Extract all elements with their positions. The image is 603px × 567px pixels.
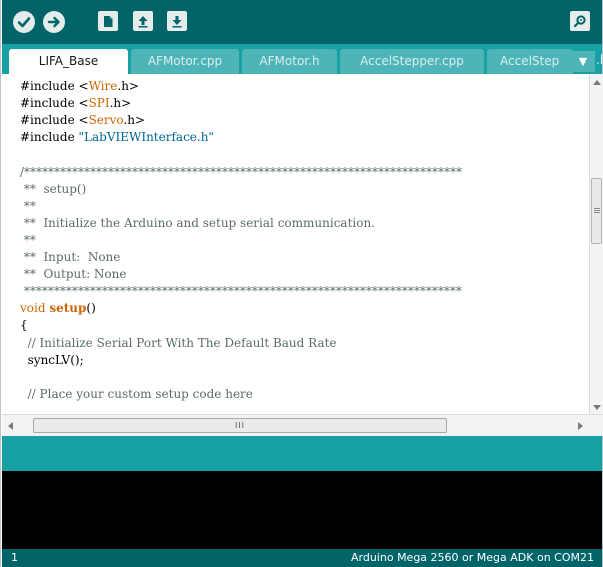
- code-token: #include <: [20, 96, 89, 111]
- grip-line: [594, 212, 600, 213]
- code-token: syncLV();: [20, 352, 84, 367]
- scroll-right-icon[interactable]: [578, 422, 583, 430]
- code-token: {: [20, 318, 28, 333]
- vertical-scrollbar[interactable]: [589, 74, 603, 414]
- code-line: ** Initialize the Arduino and setup seri…: [20, 215, 375, 232]
- tab-afmotor-h[interactable]: AFMotor.h: [242, 49, 337, 74]
- checkmark-icon: [17, 17, 31, 28]
- code-token: /***************************************…: [20, 164, 463, 179]
- code-line: **: [20, 232, 36, 249]
- code-token: #include: [20, 130, 79, 145]
- code-line: #include <SPI.h>: [20, 95, 131, 112]
- horizontal-scrollbar[interactable]: III: [2, 414, 603, 436]
- right-arrow-icon: [47, 16, 60, 28]
- save-button[interactable]: [167, 11, 187, 31]
- tab-accelstepper-cpp[interactable]: AccelStepper.cpp: [340, 49, 484, 74]
- code-token: #include <: [20, 79, 89, 93]
- code-token: SPI: [88, 96, 110, 111]
- horizontal-scroll-thumb[interactable]: III: [33, 418, 447, 433]
- grip-line: [594, 210, 600, 211]
- code-token: #include <: [20, 113, 89, 128]
- code-line: ** Output: None: [20, 266, 127, 283]
- code-token: .h>: [117, 79, 139, 93]
- code-token: (): [86, 301, 96, 316]
- toolbar: [2, 0, 602, 44]
- code-line: // Place your custom setup code here: [20, 386, 253, 403]
- code-line: void setup(): [20, 300, 96, 317]
- code-token: ** Output: None: [20, 267, 127, 282]
- code-line: ** Input: None: [20, 249, 121, 266]
- code-line: {: [20, 317, 28, 334]
- new-button[interactable]: [98, 11, 118, 31]
- arduino-ide-window: LIFA_Base AFMotor.cpp AFMotor.h AccelSte…: [0, 0, 603, 567]
- scroll-grip: III: [234, 421, 246, 430]
- code-token: ** Initialize the Arduino and setup seri…: [20, 215, 375, 230]
- tab-overflow-label: .h: [596, 53, 603, 67]
- code-token: Wire: [88, 79, 118, 93]
- line-number: 1: [11, 551, 18, 564]
- grip-line: [594, 208, 600, 209]
- code-token: **: [20, 232, 36, 247]
- code-token: "LabVIEWInterface.h": [78, 130, 214, 145]
- message-bar: [2, 436, 602, 471]
- code-line: #include "LabVIEWInterface.h": [20, 129, 214, 146]
- code-token: **: [20, 198, 36, 213]
- scroll-left-icon[interactable]: [8, 422, 13, 430]
- console-output[interactable]: [2, 471, 602, 549]
- tab-menu-button[interactable]: ▼: [571, 51, 595, 72]
- open-button[interactable]: [133, 11, 153, 31]
- code-token: void: [20, 301, 46, 316]
- scroll-up-icon[interactable]: [593, 80, 601, 85]
- code-token: ** setup(): [20, 181, 87, 196]
- code-line: #include <Servo.h>: [20, 112, 145, 129]
- code-token: ****************************************…: [20, 284, 462, 299]
- code-line: syncLV();: [20, 352, 84, 369]
- code-token: Servo: [88, 113, 124, 128]
- code-token: .h>: [109, 96, 132, 111]
- tab-afmotor-cpp[interactable]: AFMotor.cpp: [131, 49, 239, 74]
- chevron-down-icon: ▼: [578, 55, 588, 68]
- code-token: setup: [49, 301, 87, 316]
- vertical-scroll-thumb[interactable]: [591, 178, 602, 244]
- code-line: /***************************************…: [20, 164, 462, 181]
- code-token: .h>: [123, 113, 146, 128]
- scroll-down-icon[interactable]: [593, 405, 601, 410]
- open-arrow-up-icon: [138, 15, 148, 27]
- code-editor[interactable]: #include <Wire.h> #include <SPI.h> #includ…: [2, 74, 589, 414]
- code-line: ** setup(): [20, 181, 87, 198]
- tab-bar: LIFA_Base AFMotor.cpp AFMotor.h AccelSte…: [2, 44, 603, 74]
- code-line: #include <Wire.h>: [20, 78, 139, 95]
- magnifier-icon: [573, 15, 586, 28]
- code-token: ** Input: None: [20, 250, 121, 264]
- code-line: ****************************************…: [20, 283, 462, 300]
- tab-accelstepper-h[interactable]: AccelStep: [487, 49, 573, 74]
- code-token: // Initialize Serial Port With The Defau…: [20, 335, 337, 350]
- board-port-label: Arduino Mega 2560 or Mega ADK on COM21: [351, 551, 594, 564]
- tab-lifa-base[interactable]: LIFA_Base: [9, 49, 128, 74]
- upload-button[interactable]: [43, 11, 65, 33]
- serial-monitor-button[interactable]: [570, 11, 590, 31]
- code-line: // Initialize Serial Port With The Defau…: [20, 335, 337, 352]
- code-line: **: [20, 198, 36, 215]
- new-file-icon: [104, 15, 113, 27]
- status-bar: 1 Arduino Mega 2560 or Mega ADK on COM21: [2, 549, 602, 567]
- save-arrow-down-icon: [172, 15, 182, 27]
- code-token: // Place your custom setup code here: [20, 386, 253, 401]
- verify-button[interactable]: [13, 11, 35, 33]
